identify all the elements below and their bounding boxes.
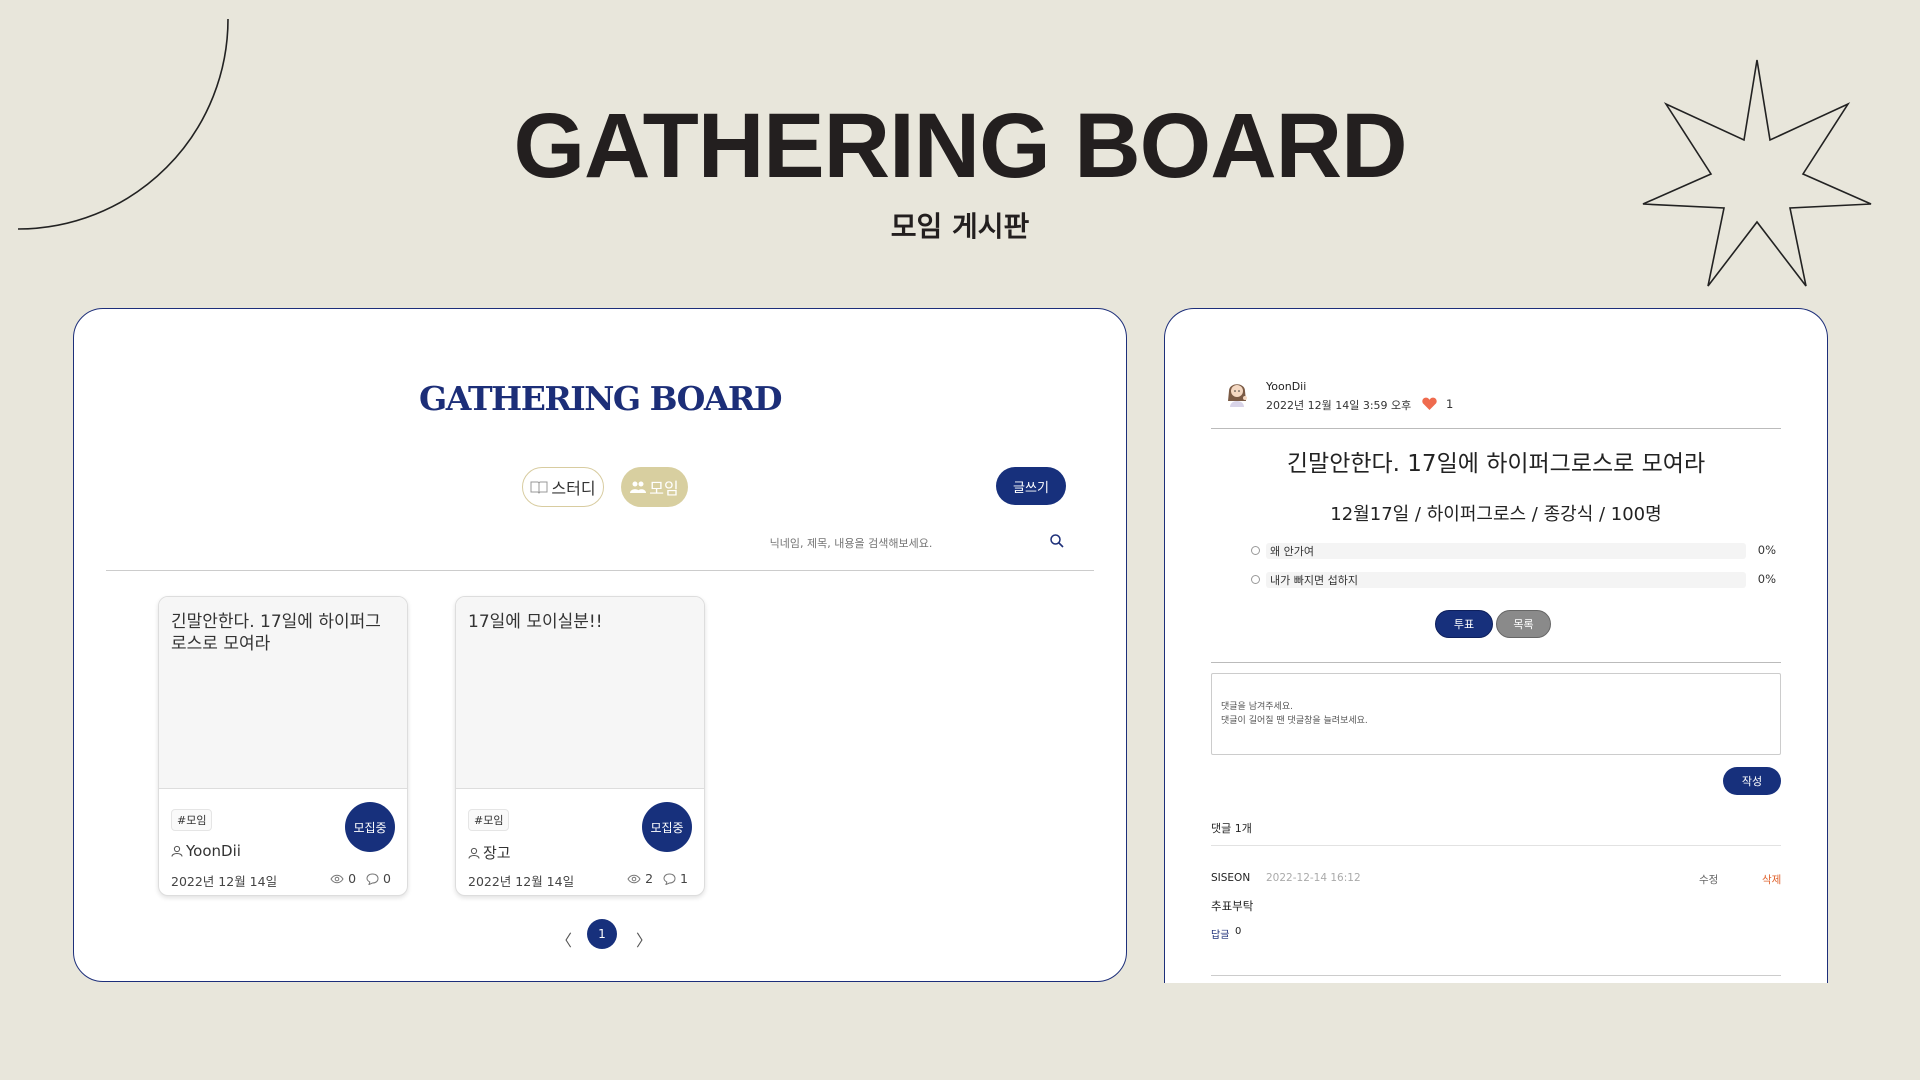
poll-option-percent: 0% xyxy=(1757,543,1776,557)
pagination-prev-button[interactable]: 〈 xyxy=(556,927,572,951)
post-card-author: 장고 xyxy=(468,842,511,863)
book-icon xyxy=(530,481,548,494)
eye-icon xyxy=(330,874,344,883)
post-card-comments: 1 xyxy=(680,871,688,886)
comment-icon xyxy=(663,872,676,885)
vote-button[interactable]: 투표 xyxy=(1435,610,1493,638)
category-meeting-button[interactable]: 모임 xyxy=(621,467,688,507)
poll-radio[interactable] xyxy=(1251,546,1260,555)
post-card-author-name: 장고 xyxy=(483,844,511,862)
poll-radio[interactable] xyxy=(1251,575,1260,584)
post-card-author: YoonDii xyxy=(171,842,241,860)
submit-comment-button[interactable]: 작성 xyxy=(1723,767,1781,795)
post-date: 2022년 12월 14일 3:59 오후 xyxy=(1266,399,1412,412)
post-card-tag: #모임 xyxy=(468,809,510,831)
comment-date: 2022-12-14 16:12 xyxy=(1266,872,1361,884)
poll-divider xyxy=(1211,662,1781,663)
reply-count: 0 xyxy=(1235,926,1242,937)
back-to-list-button[interactable]: 목록 xyxy=(1496,610,1551,638)
post-card-tag: #모임 xyxy=(171,809,213,831)
post-card-title: 17일에 모이실분!! xyxy=(468,612,603,632)
comment-count: 댓글 1개 xyxy=(1211,822,1252,835)
comment-end-divider xyxy=(1211,975,1781,976)
post-card-stats: 2 1 xyxy=(627,871,688,886)
category-meeting-label: 모임 xyxy=(649,479,679,498)
search-input[interactable] xyxy=(674,531,1028,555)
status-badge: 모집중 xyxy=(642,802,692,852)
post-card-stats: 0 0 xyxy=(330,871,391,886)
header-divider xyxy=(1211,428,1781,429)
poll-bar xyxy=(1266,543,1746,559)
eye-icon xyxy=(627,874,641,883)
category-study-button[interactable]: 스터디 xyxy=(522,467,604,507)
post-card-comments: 0 xyxy=(383,871,391,886)
pagination-page-button[interactable]: 1 xyxy=(587,919,617,949)
post-summary: 12월17일 / 하이퍼그로스 / 종강식 / 100명 xyxy=(1330,504,1662,525)
post-card[interactable]: 긴말안한다. 17일에 하이퍼그로스로 모여라 #모임 YoonDii 2022… xyxy=(158,596,408,896)
write-button[interactable]: 글쓰기 xyxy=(996,467,1066,505)
avatar xyxy=(1228,384,1247,407)
category-study-label: 스터디 xyxy=(551,479,596,498)
people-icon xyxy=(630,481,647,493)
poll-option[interactable]: 왜 안가여 0% xyxy=(1251,542,1776,560)
hero-title: GATHERING BOARD xyxy=(513,95,1407,197)
post-author: YoonDii xyxy=(1266,380,1307,393)
poll-option-label: 왜 안가여 xyxy=(1270,545,1314,558)
board-list-panel: GATHERING BOARD 스터디 모임 글쓰기 긴말안한다. 17일에 하… xyxy=(73,308,1127,982)
comment-input[interactable] xyxy=(1211,673,1781,755)
comment-delete-button[interactable]: 삭제 xyxy=(1762,872,1781,887)
list-divider xyxy=(106,570,1094,571)
board-logo: GATHERING BOARD xyxy=(419,379,782,418)
comment-icon xyxy=(366,872,379,885)
search-icon[interactable] xyxy=(1049,533,1065,549)
status-badge: 모집중 xyxy=(345,802,395,852)
poll-option-percent: 0% xyxy=(1757,572,1776,586)
pagination-next-button[interactable]: 〉 xyxy=(636,927,652,951)
post-card-title: 긴말안한다. 17일에 하이퍼그로스로 모여라 xyxy=(171,612,381,654)
poll-option-label: 내가 빠지면 섭하지 xyxy=(1270,574,1358,587)
poll-option[interactable]: 내가 빠지면 섭하지 0% xyxy=(1251,571,1776,589)
post-card-views: 0 xyxy=(348,871,357,886)
comment-edit-button[interactable]: 수정 xyxy=(1699,872,1718,887)
heart-icon[interactable] xyxy=(1422,397,1437,410)
like-count: 1 xyxy=(1446,397,1454,411)
user-icon xyxy=(468,847,480,859)
post-card-views: 2 xyxy=(645,871,654,886)
comment-body: 추표부탁 xyxy=(1211,899,1254,913)
comment-divider xyxy=(1211,845,1781,846)
user-icon xyxy=(171,845,183,857)
post-card-author-name: YoonDii xyxy=(186,842,241,860)
post-card[interactable]: 17일에 모이실분!! #모임 장고 2022년 12월 14일 2 1 모집중 xyxy=(455,596,705,896)
reply-button[interactable]: 답글 xyxy=(1211,926,1229,941)
post-title: 긴말안한다. 17일에 하이퍼그로스로 모여라 xyxy=(1286,451,1706,477)
hero-subtitle: 모임 게시판 xyxy=(890,210,1030,243)
post-card-date: 2022년 12월 14일 xyxy=(171,874,278,889)
comment-author: SISEON xyxy=(1211,872,1251,884)
post-card-date: 2022년 12월 14일 xyxy=(468,874,575,889)
post-detail-panel: YoonDii 2022년 12월 14일 3:59 오후 1 긴말안한다. 1… xyxy=(1164,308,1828,983)
